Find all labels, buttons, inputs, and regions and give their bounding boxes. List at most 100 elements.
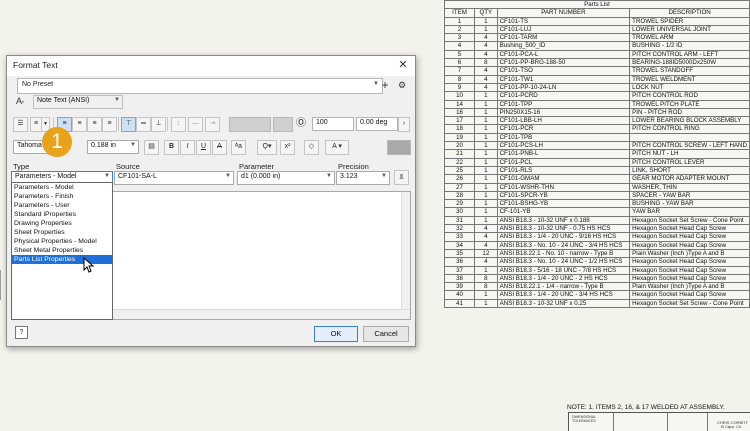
spacing-field[interactable] [229,117,271,132]
text-style-value: Note Text (ANSI) [37,97,90,104]
parts-list-title: Parts List [444,0,750,10]
description-cell: PITCH CONTROL SCREW - LEFT HAND [629,141,750,151]
chevron-down-icon: ▼ [381,173,387,179]
line-spacing-icon[interactable]: ↕ [171,117,186,132]
align-middle-icon[interactable]: ═ [136,117,151,132]
color-swatch[interactable] [387,140,411,155]
parts-list-table: Parts List ITEM QTY PART NUMBER DESCRIPT… [443,0,750,309]
step-badge: 1 [42,127,72,157]
case-icon[interactable]: ᴬa [231,140,246,155]
table-row: 5 4 CF101-PCA-L PITCH CONTROL ARM - LEFT [443,49,750,60]
author-location: El Cajon, CA [721,425,742,429]
part-number-cell: CF101-TARM [496,33,631,43]
qty-cell: 8 [474,282,498,292]
align-top-icon[interactable]: ⊤ [121,117,136,132]
dialog-titlebar[interactable]: Format Text ✕ [7,56,415,76]
symbol-icon[interactable]: Ϙ▾ [257,140,277,155]
item-cell: 5 [443,49,476,60]
stretch-value: 100 [316,119,328,126]
item-cell: 26 [443,174,476,184]
description-cell: Hexagon Socket Head Cap Screw [629,257,750,267]
table-row: 3 4 CF101-TARM TROWEL ARM [443,33,750,43]
item-cell: 29 [443,199,476,209]
part-number-cell: CF101-PCL [496,157,631,167]
line-icon[interactable]: — [188,117,203,132]
type-option[interactable]: Standard iProperties [12,210,112,219]
part-number-cell: CF101-LUJ [496,24,631,35]
item-cell: 19 [443,132,476,143]
description-cell: WASHER, THIN [629,182,750,192]
spacing-unit[interactable] [273,117,293,132]
parameter-select[interactable]: d1 (0.000 in) ▼ [237,171,335,185]
table-row: 30 1 CF-101-YB YAW BAR [443,207,750,217]
bold-button[interactable]: B [164,140,179,155]
chevron-right-icon[interactable]: › [398,117,410,132]
type-option[interactable]: Parameters - Finish [12,192,112,201]
description-cell: BEARING-188ID5000Dx250W [629,58,750,68]
rotation-input[interactable]: 0.00 deg [356,117,398,131]
type-option[interactable]: Parameters - User [12,201,112,210]
table-row: 18 1 CF101-PCR PITCH CONTROL RING [443,124,750,134]
precision-select[interactable]: 3.123 ▼ [336,171,390,185]
close-icon[interactable]: ✕ [397,59,409,71]
description-cell: LOWER BEARING BLOCK ASSEMBLY [629,116,750,126]
table-row: 31 1 ANSI B18.3 - 10-32 UNF x 0.188 Hexagon… [443,215,750,226]
qty-cell: 1 [474,132,498,143]
type-option[interactable]: Drawing Properties [12,219,112,228]
part-number-cell: CF101-TPP [496,99,631,109]
bullets-icon[interactable]: ☰ [13,117,28,132]
help-icon[interactable]: ? [15,326,28,339]
qty-cell: 1 [474,116,498,126]
align-bottom-icon[interactable]: ⊥ [151,117,166,132]
table-row: 7 4 CF101-TSO TROWEL STANDOFF [443,66,750,76]
description-cell: SPACER - YAW BAR [629,190,750,201]
stretch-input[interactable]: 100 [312,117,354,131]
source-select[interactable]: CF101-SA-L ▼ [114,171,234,185]
preset-select[interactable]: No Preset ▼ [17,78,383,94]
strikethrough-button[interactable]: A [212,140,227,155]
font-size-select[interactable]: 0.188 in ▼ [87,140,139,154]
parts-list-header-row: ITEM QTY PART NUMBER DESCRIPTION [443,8,750,18]
insert-parameter-icon[interactable]: x̲ [394,170,409,185]
item-cell: 1 [443,16,476,26]
item-cell: 21 [443,149,476,159]
stack-icon[interactable]: ▤ [144,140,159,155]
text-color-button[interactable]: A ▾ [325,140,349,155]
table-row: 27 1 CF101-WSHR-THN WASHER, THIN [443,182,750,192]
fill-color-icon[interactable]: ◇ [304,140,319,155]
italic-button[interactable]: I [180,140,195,155]
vertical-scrollbar[interactable] [401,192,410,310]
description-cell: PITCH CONTROL ARM - LEFT [629,49,750,60]
qty-cell: 1 [474,190,498,201]
part-number-cell: CF101-RLS [496,165,631,176]
underline-button[interactable]: U [196,140,211,155]
chevron-down-icon: ▼ [104,173,110,179]
description-cell: TROWEL STANDOFF [629,66,750,76]
add-preset-icon[interactable]: + [379,79,391,91]
superscript-icon[interactable]: x² [280,140,295,155]
part-number-cell: ANSI B18.22.1 - No. 10 - narrow - Type B [496,248,631,259]
text-style-select[interactable]: Note Text (ANSI) ▼ [33,95,123,109]
item-cell: 39 [443,282,476,292]
qty-cell: 4 [474,74,498,84]
divider [167,117,168,131]
type-option[interactable]: Sheet Metal Properties [12,246,112,255]
cancel-button[interactable]: Cancel [363,326,409,342]
type-option[interactable]: Parameters - Model [12,183,112,192]
type-option-selected[interactable]: Parts List Properties [12,255,112,264]
align-right-icon[interactable]: ≡ [87,117,102,132]
align-center-icon[interactable]: ≡ [72,117,87,132]
item-cell: 38 [443,273,476,284]
gear-icon[interactable]: ⚙ [396,79,408,91]
type-option[interactable]: Physical Properties - Model [12,237,112,246]
qty-cell: 4 [474,49,498,60]
type-option[interactable]: Sheet Properties [12,228,112,237]
indent-icon[interactable]: ⇥ [205,117,220,132]
table-row: 37 1 ANSI B18.3 - 5/16 - 18 UNC - 7/8 HS H… [443,265,750,275]
item-cell: 30 [443,207,476,217]
justify-icon[interactable]: ≡ [102,117,117,132]
qty-cell: 4 [474,82,498,93]
qty-cell: 1 [474,265,498,275]
type-value: Parameters - Model [15,173,77,180]
ok-button[interactable]: OK [314,326,358,342]
